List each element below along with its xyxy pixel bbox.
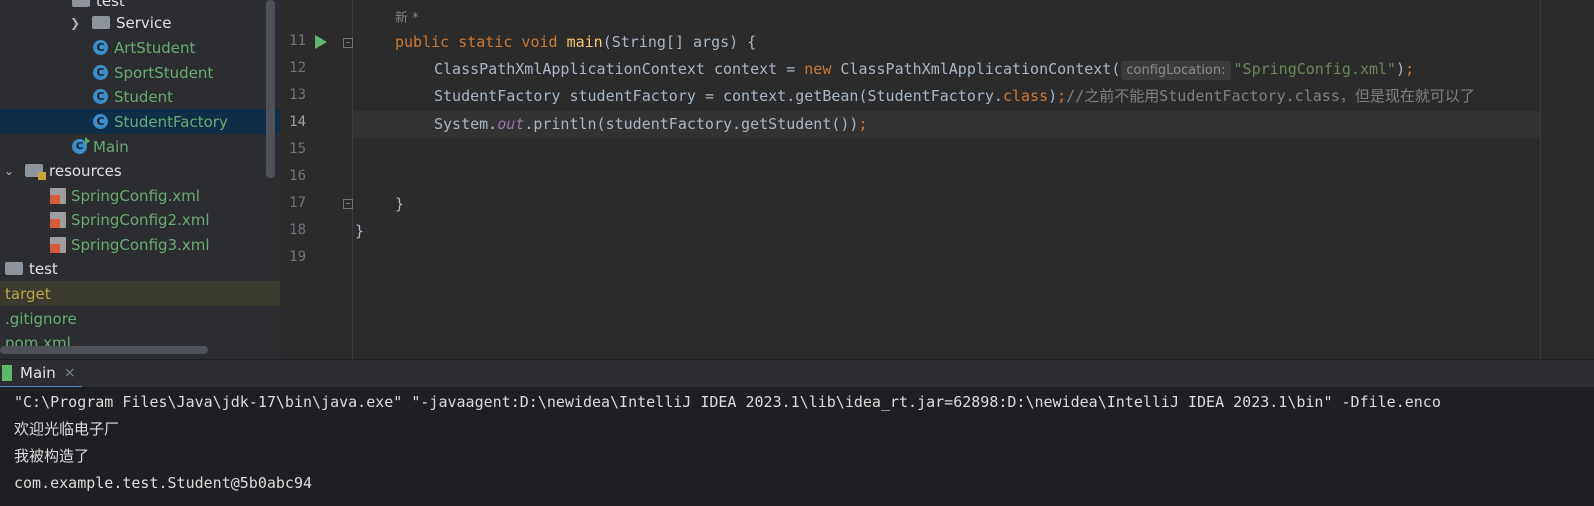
tree-item-label: SpringConfig.xml bbox=[71, 186, 200, 205]
tree-item-student[interactable]: C Student bbox=[0, 84, 280, 109]
code-string: "SpringConfig.xml" bbox=[1233, 60, 1397, 78]
class-icon: C bbox=[93, 114, 108, 129]
author-inlay-hint[interactable]: 新 * bbox=[395, 7, 419, 26]
chevron-down-icon[interactable]: ⌄ bbox=[2, 164, 16, 178]
tree-item-label: StudentFactory bbox=[114, 112, 228, 131]
code-method-name: main bbox=[566, 33, 603, 51]
tree-item-label: SpringConfig2.xml bbox=[71, 210, 210, 229]
code-text: ClassPathXmlApplicationContext( bbox=[840, 60, 1121, 78]
tree-item-target[interactable]: target bbox=[0, 281, 280, 306]
code-line-13: StudentFactory studentFactory = context.… bbox=[434, 83, 1475, 110]
tree-item-springconfig3[interactable]: SpringConfig3.xml bbox=[0, 232, 280, 257]
code-semicolon: ; bbox=[1405, 60, 1415, 78]
code-text: (String[] args) { bbox=[602, 33, 757, 51]
code-line-14: System.out.println(studentFactory.getStu… bbox=[434, 111, 867, 138]
line-number: 13 bbox=[289, 87, 306, 103]
code-text: System. bbox=[434, 115, 498, 133]
resources-folder-icon bbox=[25, 164, 46, 180]
tab-main-run[interactable]: Main × bbox=[0, 360, 82, 388]
run-tab-label: Main bbox=[20, 364, 56, 382]
code-text: ) bbox=[1048, 87, 1058, 105]
package-icon bbox=[92, 16, 110, 29]
class-icon: C bbox=[93, 40, 108, 55]
tree-item-test[interactable]: test bbox=[0, 256, 280, 281]
code-keyword: class bbox=[1002, 87, 1049, 105]
code-line-12: ClassPathXmlApplicationContext context =… bbox=[434, 56, 1414, 83]
tree-item-studentfactory[interactable]: C StudentFactory bbox=[0, 109, 280, 134]
tree-item-springconfig[interactable]: SpringConfig.xml bbox=[0, 183, 280, 208]
code-comment: //之前不能用StudentFactory.class，但是现在就可以了 bbox=[1066, 87, 1475, 105]
line-number: 11 bbox=[289, 33, 306, 49]
line-number-active: 14 bbox=[289, 114, 306, 130]
folder-icon bbox=[5, 262, 23, 275]
tree-item-sportstudent[interactable]: C SportStudent bbox=[0, 60, 280, 85]
code-text: ClassPathXmlApplicationContext context = bbox=[434, 60, 805, 78]
tree-item-service[interactable]: ❯ Service bbox=[0, 10, 280, 35]
xml-file-icon bbox=[50, 187, 66, 204]
tree-item-label: resources bbox=[49, 161, 122, 180]
code-line-18: } bbox=[355, 222, 365, 240]
class-icon: C bbox=[93, 89, 108, 104]
code-editor[interactable]: public static void main(String[] args) {… bbox=[353, 0, 1540, 359]
fold-icon[interactable] bbox=[343, 38, 353, 48]
tree-item-label: ArtStudent bbox=[114, 38, 196, 57]
code-text: .println(studentFactory.getStudent()) bbox=[524, 115, 859, 133]
code-text: ) bbox=[1396, 60, 1406, 78]
tree-item-label: Main bbox=[93, 137, 129, 156]
tree-item-label: Student bbox=[114, 87, 174, 106]
tree-item-gitignore[interactable]: .gitignore bbox=[0, 306, 280, 331]
line-number: 17 bbox=[289, 195, 306, 211]
tree-item-label: SpringConfig3.xml bbox=[71, 235, 210, 254]
xml-file-icon bbox=[50, 211, 66, 228]
sidebar-vertical-scrollbar[interactable] bbox=[266, 0, 275, 178]
tree-item-label: SportStudent bbox=[114, 63, 214, 82]
parameter-hint: configLocation: bbox=[1121, 61, 1231, 80]
xml-file-icon bbox=[50, 236, 66, 253]
folder-icon bbox=[72, 0, 90, 7]
tree-item-label: test bbox=[29, 259, 58, 278]
tree-item-main[interactable]: C Main bbox=[0, 134, 280, 159]
tree-item-label: .gitignore bbox=[5, 309, 77, 328]
code-static-field: out bbox=[497, 115, 525, 133]
code-semicolon: ; bbox=[1057, 87, 1067, 105]
code-keyword: public static void bbox=[395, 33, 567, 51]
tree-item-label: Service bbox=[116, 13, 172, 32]
tree-item-label: target bbox=[5, 284, 51, 303]
editor-right-strip bbox=[1540, 0, 1594, 359]
run-tool-window-header: Main × bbox=[0, 359, 1594, 388]
run-gutter-icon[interactable] bbox=[315, 35, 327, 49]
project-tree-panel: test ❯ Service C ArtStudent C SportStude… bbox=[0, 0, 280, 359]
code-semicolon: ; bbox=[858, 115, 868, 133]
close-icon[interactable]: × bbox=[64, 365, 76, 381]
console-line: "C:\Program Files\Java\jdk-17\bin\java.e… bbox=[14, 393, 1441, 411]
code-line-17: } bbox=[395, 195, 405, 213]
console-line: com.example.test.Student@5b0abc94 bbox=[14, 474, 313, 492]
tree-item-artstudent[interactable]: C ArtStudent bbox=[0, 35, 280, 60]
tree-item-resources[interactable]: ⌄ resources bbox=[0, 158, 280, 183]
fold-icon[interactable] bbox=[343, 199, 353, 209]
class-icon: C bbox=[93, 65, 108, 80]
code-keyword: new bbox=[804, 60, 841, 78]
line-number: 19 bbox=[289, 249, 306, 265]
line-number: 15 bbox=[289, 141, 306, 157]
console-line: 我被构造了 bbox=[14, 447, 90, 465]
line-number: 18 bbox=[289, 222, 306, 238]
line-number: 12 bbox=[289, 60, 306, 76]
run-console-output[interactable]: "C:\Program Files\Java\jdk-17\bin\java.e… bbox=[0, 387, 1594, 506]
chevron-right-icon[interactable]: ❯ bbox=[68, 16, 82, 30]
tree-item-springconfig2[interactable]: SpringConfig2.xml bbox=[0, 207, 280, 232]
code-text: StudentFactory studentFactory = context.… bbox=[434, 87, 1003, 105]
sidebar-horizontal-scrollbar[interactable] bbox=[0, 346, 208, 354]
run-config-icon bbox=[2, 365, 12, 381]
console-line: 欢迎光临电子厂 bbox=[14, 420, 120, 438]
line-number: 16 bbox=[289, 168, 306, 184]
code-line-11: public static void main(String[] args) { bbox=[395, 29, 756, 56]
tree-item-label: test bbox=[96, 0, 125, 10]
main-class-icon: C bbox=[72, 137, 90, 154]
